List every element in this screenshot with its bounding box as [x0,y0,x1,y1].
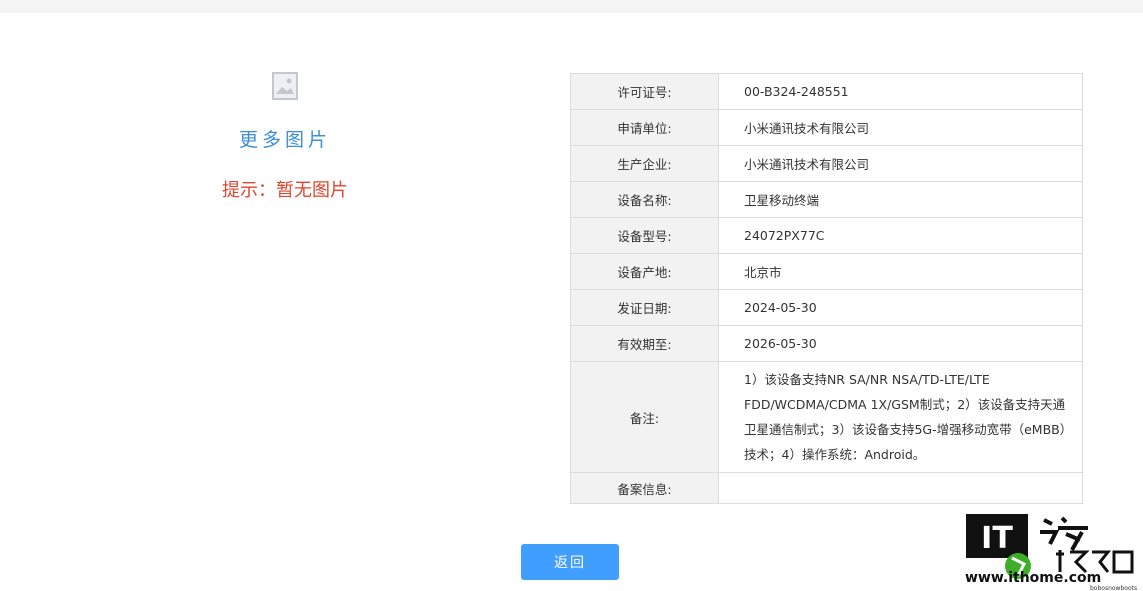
license-number-value: 00-B324-248551 [718,73,1083,110]
table-row: 生产企业: 小米通讯技术有限公司 [570,145,1083,182]
more-images-link[interactable]: 更多图片 [170,125,400,152]
table-row: 有效期至: 2026-05-30 [570,325,1083,362]
origin-label: 设备产地: [570,253,719,290]
watermark-it-text: IT [981,521,1013,556]
valid-until-label: 有效期至: [570,325,719,362]
table-row: 申请单位: 小米通讯技术有限公司 [570,109,1083,146]
license-info-table: 许可证号: 00-B324-248551 申请单位: 小米通讯技术有限公司 生产… [570,73,1083,504]
back-button[interactable]: 返回 [521,544,619,580]
origin-value: 北京市 [718,253,1083,290]
applicant-value: 小米通讯技术有限公司 [718,109,1083,146]
valid-until-value: 2026-05-30 [718,325,1083,362]
table-row: 许可证号: 00-B324-248551 [570,73,1083,110]
issue-date-value: 2024-05-30 [718,289,1083,326]
applicant-label: 申请单位: [570,109,719,146]
image-placeholder-icon [272,72,298,100]
device-model-value: 24072PX77C [718,217,1083,254]
table-row: 设备型号: 24072PX77C [570,217,1083,254]
remarks-value: 1）该设备支持NR SA/NR NSA/TD-LTE/LTE FDD/WCDMA… [718,361,1083,473]
top-bar [0,0,1143,13]
remarks-label: 备注: [570,361,719,473]
filing-info-label: 备案信息: [570,472,719,504]
filing-info-value [718,472,1083,504]
watermark-logo: IT www.ithome.com bobosnowboots [965,514,1137,591]
device-name-value: 卫星移动终端 [718,181,1083,218]
watermark-small-text: bobosnowboots [1090,585,1137,591]
table-row: 备注: 1）该设备支持NR SA/NR NSA/TD-LTE/LTE FDD/W… [570,361,1083,473]
device-name-label: 设备名称: [570,181,719,218]
image-panel: 更多图片 提示：暂无图片 [170,72,400,202]
device-model-label: 设备型号: [570,217,719,254]
no-image-hint: 提示：暂无图片 [222,180,348,201]
table-row: 设备名称: 卫星移动终端 [570,181,1083,218]
table-row: 设备产地: 北京市 [570,253,1083,290]
table-row: 备案信息: [570,472,1083,504]
issue-date-label: 发证日期: [570,289,719,326]
watermark-site-text: www.ithome.com [965,570,1101,586]
manufacturer-label: 生产企业: [570,145,719,182]
manufacturer-value: 小米通讯技术有限公司 [718,145,1083,182]
table-row: 发证日期: 2024-05-30 [570,289,1083,326]
license-number-label: 许可证号: [570,73,719,110]
